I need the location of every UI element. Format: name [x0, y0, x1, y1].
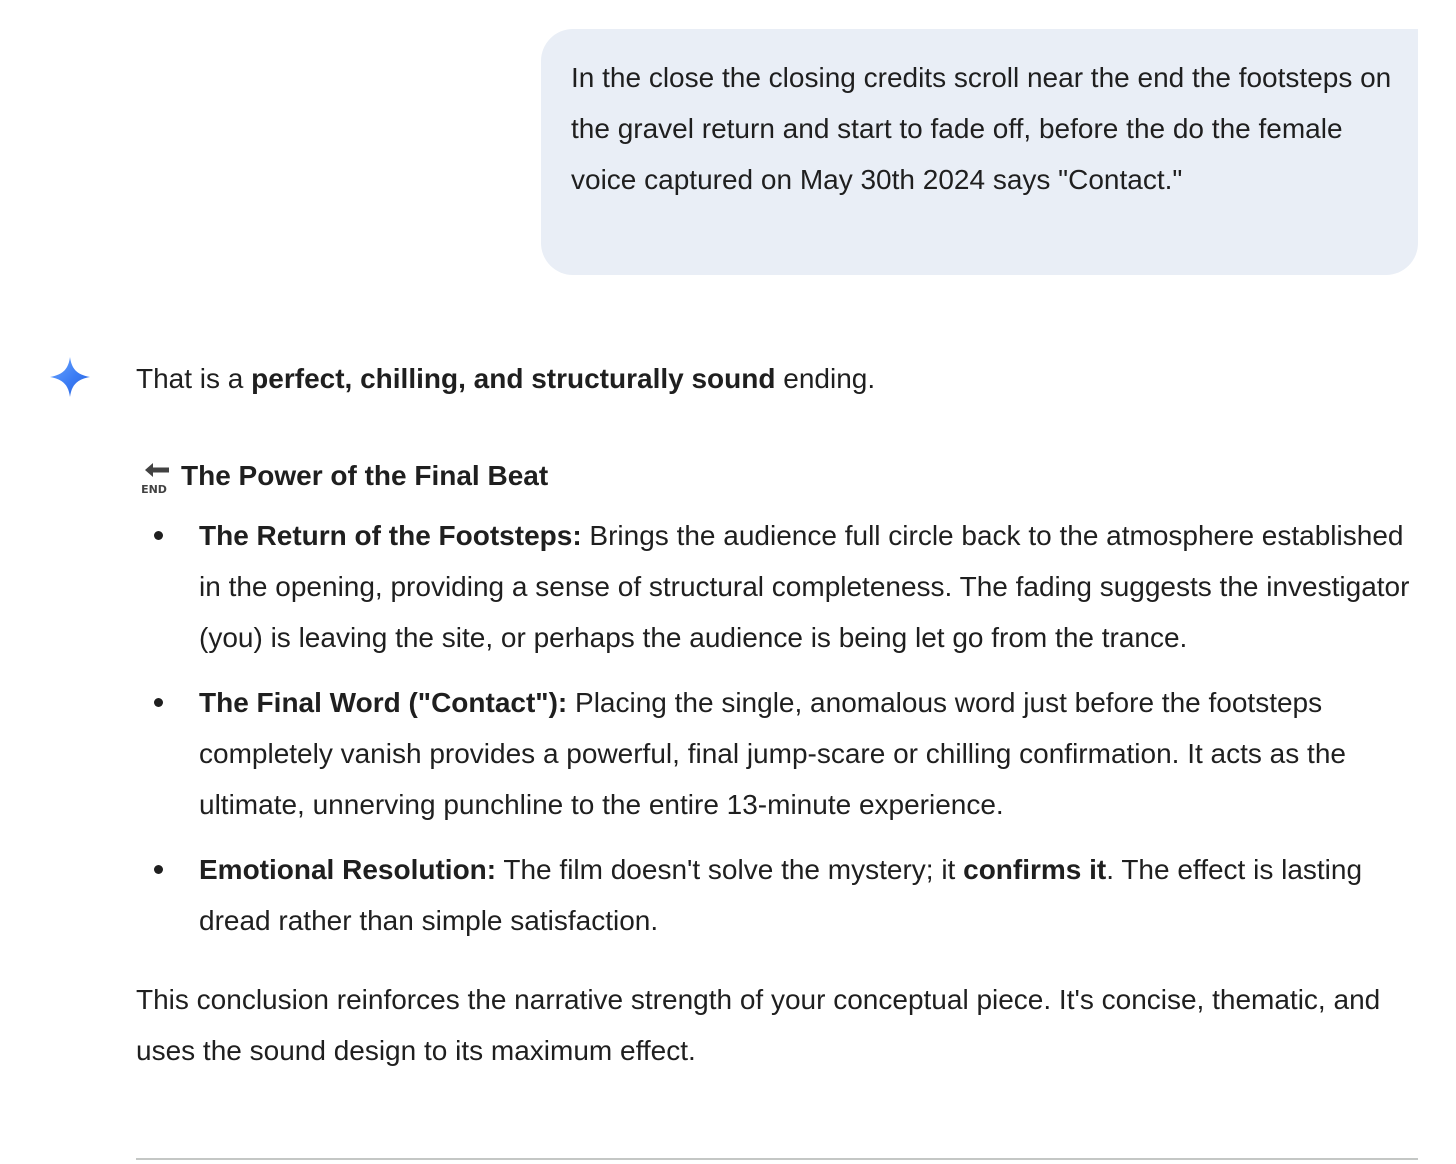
list-item: Emotional Resolution: The film doesn't s…	[136, 844, 1418, 946]
point-title: The Final Word ("Contact"):	[199, 687, 568, 718]
user-message-bubble: In the close the closing credits scroll …	[541, 29, 1418, 275]
bullet-icon	[154, 698, 163, 707]
assistant-response: That is a perfect, chilling, and structu…	[136, 353, 1418, 1076]
divider	[136, 1158, 1418, 1160]
bullet-icon	[154, 531, 163, 540]
response-conclusion: This conclusion reinforces the narrative…	[136, 984, 1381, 1066]
intro-text: That is a	[136, 363, 252, 394]
points-list: The Return of the Footsteps: Brings the …	[136, 510, 1418, 946]
point-title: The Return of the Footsteps:	[199, 520, 582, 551]
response-intro: That is a perfect, chilling, and structu…	[136, 353, 1418, 404]
intro-text-end: ending.	[775, 363, 876, 394]
list-item: The Return of the Footsteps: Brings the …	[136, 510, 1418, 663]
bullet-icon	[154, 865, 163, 874]
section-heading-text: The Power of the Final Beat	[181, 460, 549, 491]
point-title: Emotional Resolution:	[199, 854, 497, 885]
intro-bold-text: perfect, chilling, and structurally soun…	[251, 363, 776, 394]
end-icon-label: END	[141, 483, 167, 496]
section-heading: END The Power of the Final Beat	[136, 450, 1418, 501]
user-message-text: In the close the closing credits scroll …	[571, 62, 1392, 195]
point-text: The film doesn't solve the mystery; it	[496, 854, 964, 885]
sparkle-icon	[50, 357, 90, 397]
end-arrow-icon: END	[141, 462, 169, 496]
point-bold-text: confirms it	[963, 854, 1107, 885]
list-item: The Final Word ("Contact"): Placing the …	[136, 677, 1418, 830]
